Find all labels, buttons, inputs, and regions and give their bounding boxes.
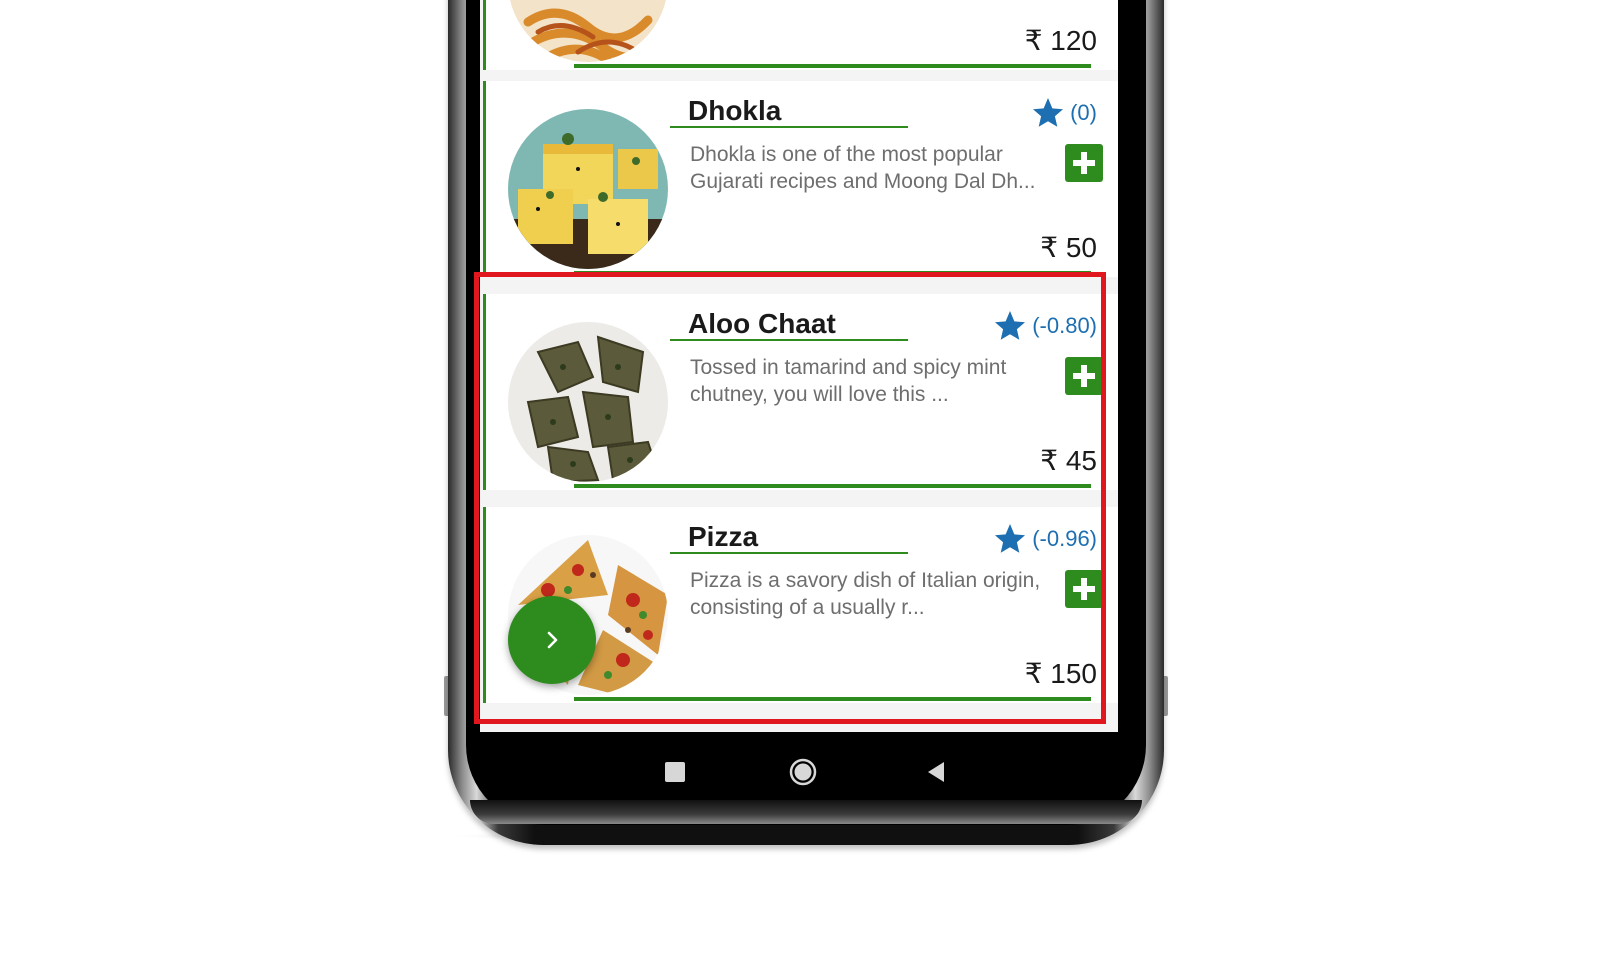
item-rating[interactable]: (0) xyxy=(1030,95,1097,131)
item-title: Dhokla xyxy=(670,96,908,128)
item-divider xyxy=(574,64,1091,68)
menu-item-card[interactable]: Dhokla (0) Dhokla is one of the most pop… xyxy=(483,81,1118,277)
add-to-cart-button[interactable] xyxy=(1065,144,1103,182)
item-price: ₹ 120 xyxy=(1024,25,1097,56)
dhokla-image xyxy=(508,109,668,269)
item-description: Dhokla is one of the most popular Gujara… xyxy=(690,143,1036,193)
android-nav-bar xyxy=(480,732,1118,810)
circle-home-icon[interactable] xyxy=(789,758,817,786)
item-price: ₹ 50 xyxy=(1040,232,1097,263)
square-recents-icon[interactable] xyxy=(665,762,685,782)
triangle-back-icon[interactable] xyxy=(924,760,948,784)
highlight-box xyxy=(474,272,1106,724)
rating-value: (0) xyxy=(1070,100,1097,125)
menu-item-card[interactable]: ₹ 120 xyxy=(483,0,1118,70)
star-icon xyxy=(1033,98,1064,127)
pasta-image xyxy=(508,0,668,62)
